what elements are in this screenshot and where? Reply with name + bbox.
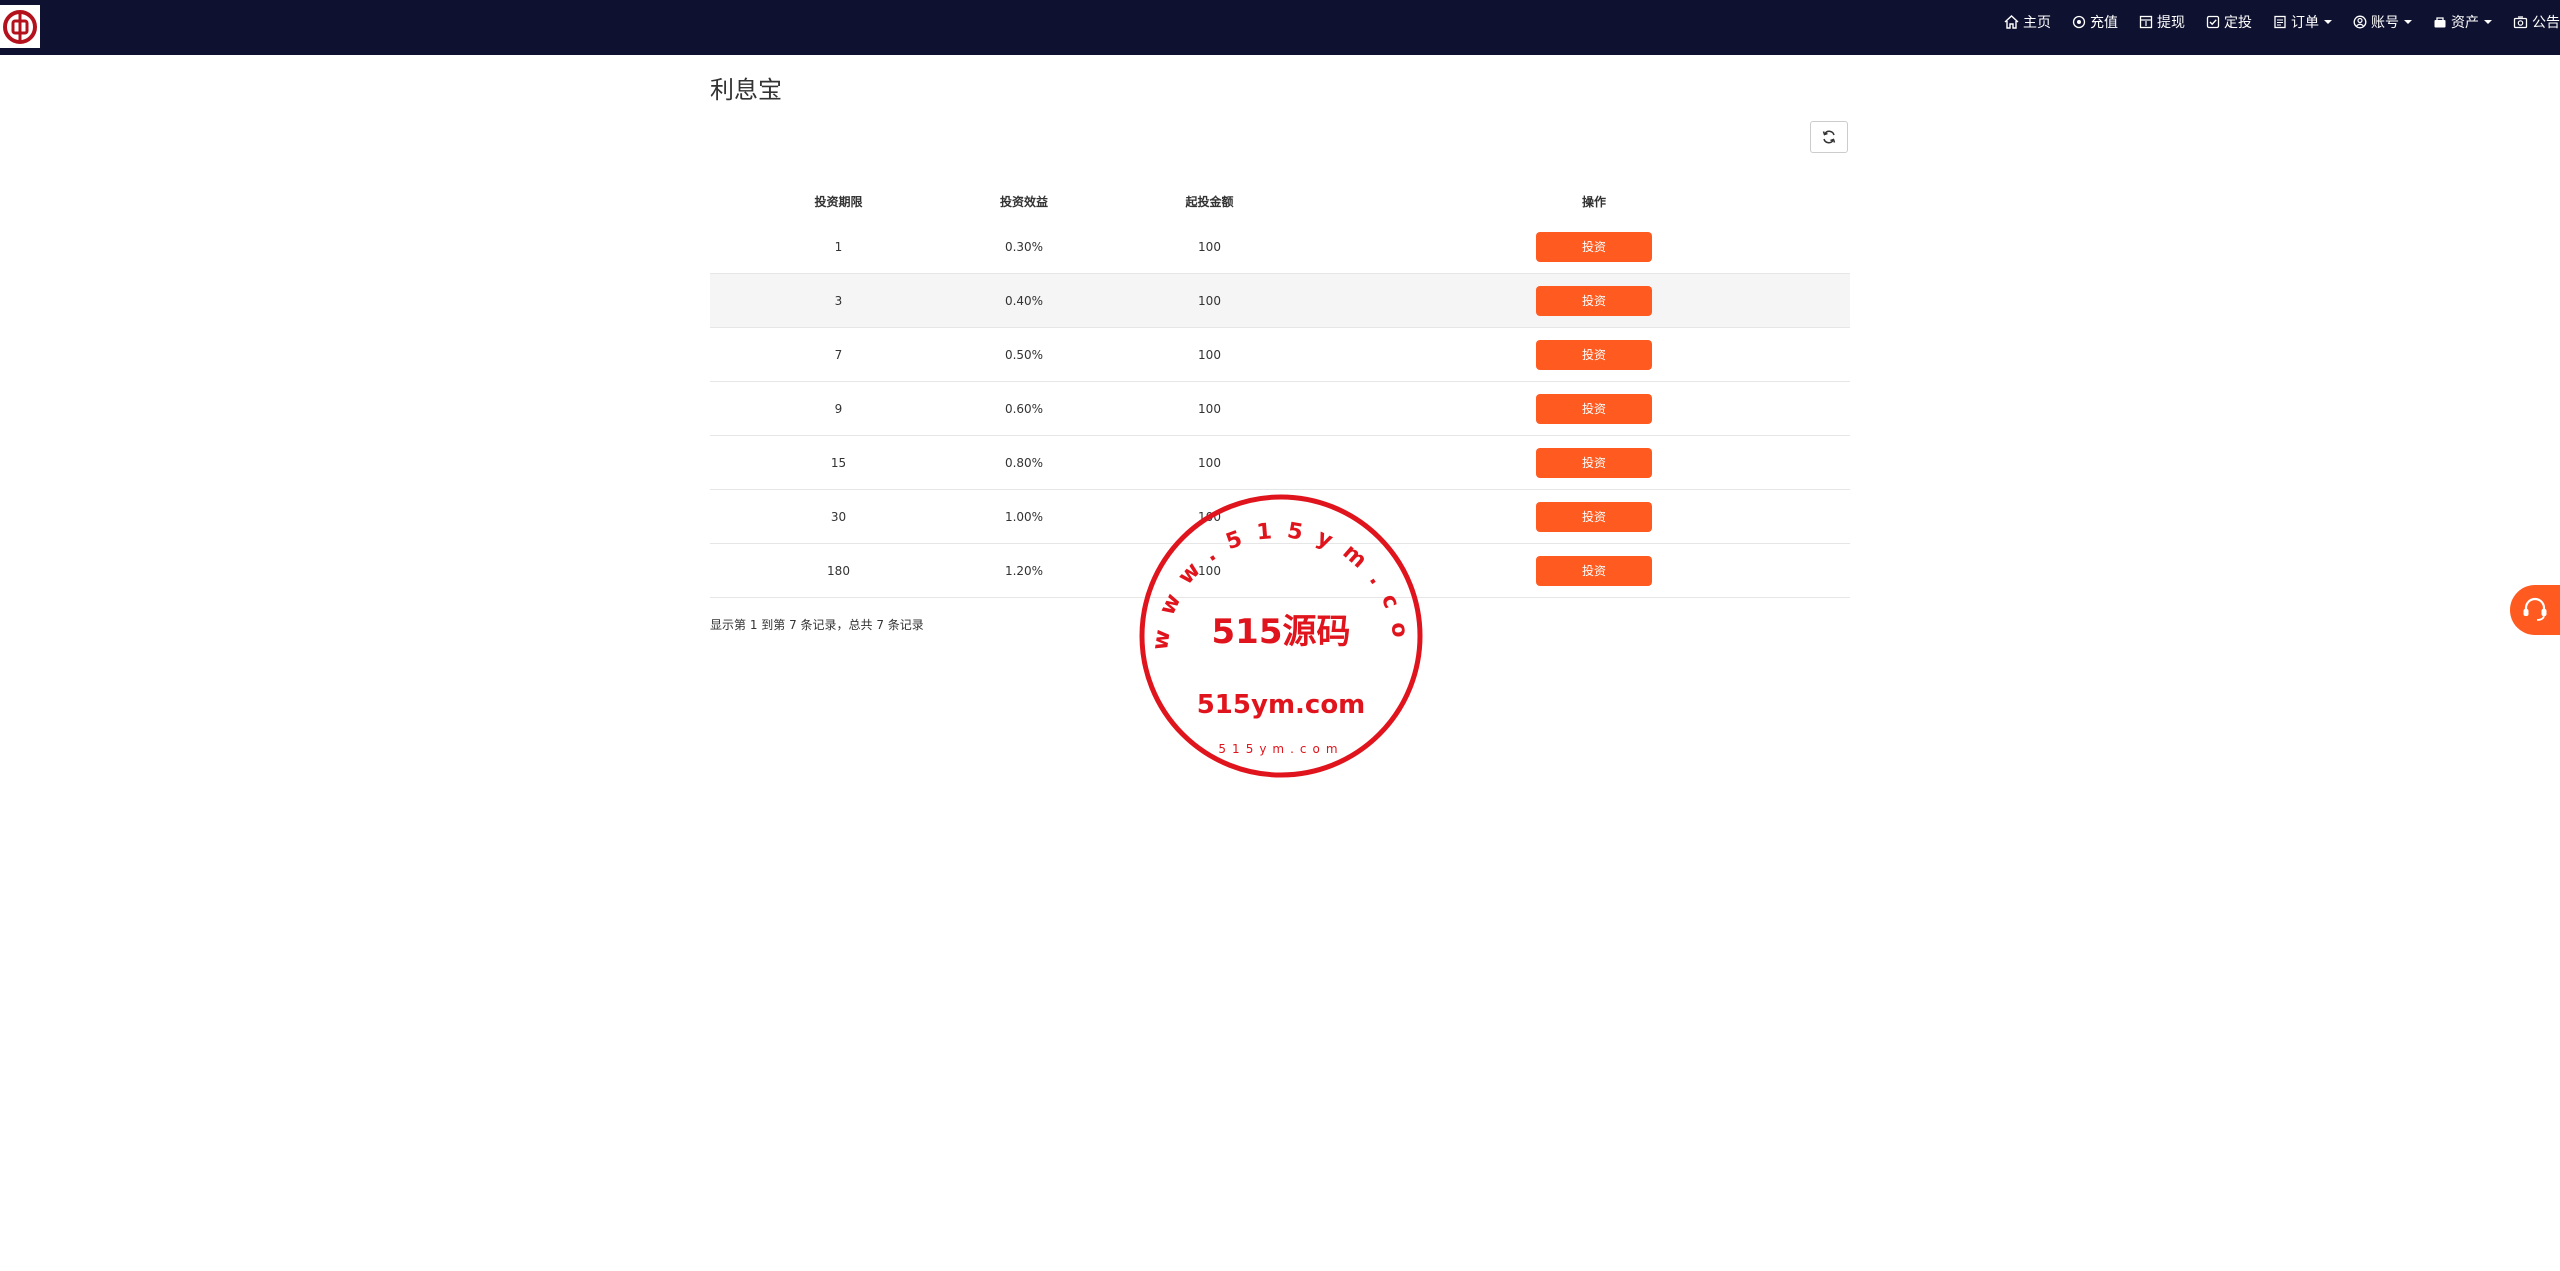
cell-min-amount: 100 <box>1081 435 1338 490</box>
nav-label-notice: 公告 <box>2532 14 2560 31</box>
nav-fixed-invest[interactable]: 定投 <box>2206 12 2252 32</box>
table-row: 7 0.50% 100 投资 <box>710 327 1850 382</box>
header-term[interactable]: 投资期限 <box>710 182 967 220</box>
nav-recharge[interactable]: 充值 <box>2072 12 2118 32</box>
cell-rate: 0.80% <box>967 435 1081 490</box>
cell-action: 投资 <box>1338 435 1850 490</box>
nav-withdraw[interactable]: 提现 <box>2139 12 2185 32</box>
recharge-icon <box>2072 15 2086 28</box>
nav-notice[interactable]: 公告 <box>2513 12 2560 32</box>
cell-rate: 1.00% <box>967 489 1081 544</box>
cell-action: 投资 <box>1338 273 1850 328</box>
order-icon <box>2274 15 2286 28</box>
nav-account[interactable]: 账号 <box>2353 12 2412 32</box>
notice-icon <box>2513 15 2528 28</box>
cell-term: 3 <box>710 273 967 328</box>
refresh-icon <box>1822 130 1836 144</box>
invest-button[interactable]: 投资 <box>1536 501 1652 532</box>
header-min-amount[interactable]: 起投金额 <box>1081 182 1338 220</box>
cell-rate: 1.20% <box>967 543 1081 598</box>
invest-button[interactable]: 投资 <box>1536 447 1652 478</box>
invest-button[interactable]: 投资 <box>1536 339 1652 370</box>
invest-button[interactable]: 投资 <box>1536 231 1652 262</box>
table-header-row: 投资期限 投资效益 起投金额 操作 <box>710 182 1850 220</box>
page-title: 利息宝 <box>710 76 782 104</box>
header-rate[interactable]: 投资效益 <box>967 182 1081 220</box>
cell-min-amount: 100 <box>1081 327 1338 382</box>
account-icon <box>2353 15 2367 28</box>
table-row: 15 0.80% 100 投资 <box>710 435 1850 490</box>
withdraw-icon <box>2139 15 2153 28</box>
cell-min-amount: 100 <box>1081 381 1338 436</box>
cell-min-amount: 100 <box>1081 273 1338 328</box>
cell-term: 9 <box>710 381 967 436</box>
nav-label-assets: 资产 <box>2451 14 2479 31</box>
nav-home[interactable]: 主页 <box>2004 12 2051 32</box>
fixed-invest-icon <box>2206 15 2220 28</box>
nav-label-withdraw: 提现 <box>2157 14 2185 31</box>
chevron-down-icon <box>2404 19 2412 24</box>
cell-term: 7 <box>710 327 967 382</box>
cell-rate: 0.50% <box>967 327 1081 382</box>
svg-text:515ym.com: 515ym.com <box>1218 742 1343 756</box>
pagination-info: 显示第 1 到第 7 条记录，总共 7 条记录 <box>710 618 924 632</box>
watermark-stamp: www.515ym.com 515源码 515ym.com 515ym.com <box>1136 491 1423 778</box>
cell-term: 30 <box>710 489 967 544</box>
nav-label-home: 主页 <box>2023 14 2051 31</box>
invest-button[interactable]: 投资 <box>1536 285 1652 316</box>
table-row: 9 0.60% 100 投资 <box>710 381 1850 436</box>
headset-icon <box>2523 597 2547 621</box>
table-row: 3 0.40% 100 投资 <box>710 273 1850 328</box>
refresh-button[interactable] <box>1810 121 1848 153</box>
cell-action: 投资 <box>1338 220 1850 274</box>
svg-text:515ym.com: 515ym.com <box>1197 690 1366 720</box>
nav-label-order: 订单 <box>2291 14 2319 31</box>
nav-order[interactable]: 订单 <box>2273 12 2332 32</box>
nav-label-account: 账号 <box>2371 14 2399 31</box>
svg-text:515源码: 515源码 <box>1212 612 1351 652</box>
customer-service-button[interactable] <box>2510 585 2560 635</box>
logo-icon <box>3 9 37 44</box>
cell-term: 1 <box>710 220 967 274</box>
cell-action: 投资 <box>1338 381 1850 436</box>
cell-term: 15 <box>710 435 967 490</box>
chevron-down-icon <box>2324 19 2332 24</box>
table-row: 1 0.30% 100 投资 <box>710 220 1850 274</box>
top-navbar: 主页 充值 提现 定投 订单 账号 资产 公告 <box>0 0 2560 55</box>
main-nav: 主页 充值 提现 定投 订单 账号 资产 公告 <box>2004 0 2560 43</box>
cell-rate: 0.60% <box>967 381 1081 436</box>
nav-assets[interactable]: 资产 <box>2433 12 2492 32</box>
assets-icon <box>2434 16 2446 27</box>
header-action: 操作 <box>1581 194 1606 209</box>
cell-term: 180 <box>710 543 967 598</box>
cell-rate: 0.40% <box>967 273 1081 328</box>
chevron-down-icon <box>2484 19 2492 24</box>
invest-button[interactable]: 投资 <box>1536 393 1652 424</box>
bank-logo[interactable] <box>0 5 40 48</box>
nav-label-fixed-invest: 定投 <box>2224 14 2252 31</box>
cell-rate: 0.30% <box>967 220 1081 274</box>
cell-min-amount: 100 <box>1081 220 1338 274</box>
home-icon <box>2004 14 2019 29</box>
nav-label-recharge: 充值 <box>2090 14 2118 31</box>
cell-action: 投资 <box>1338 327 1850 382</box>
invest-button[interactable]: 投资 <box>1536 555 1652 586</box>
